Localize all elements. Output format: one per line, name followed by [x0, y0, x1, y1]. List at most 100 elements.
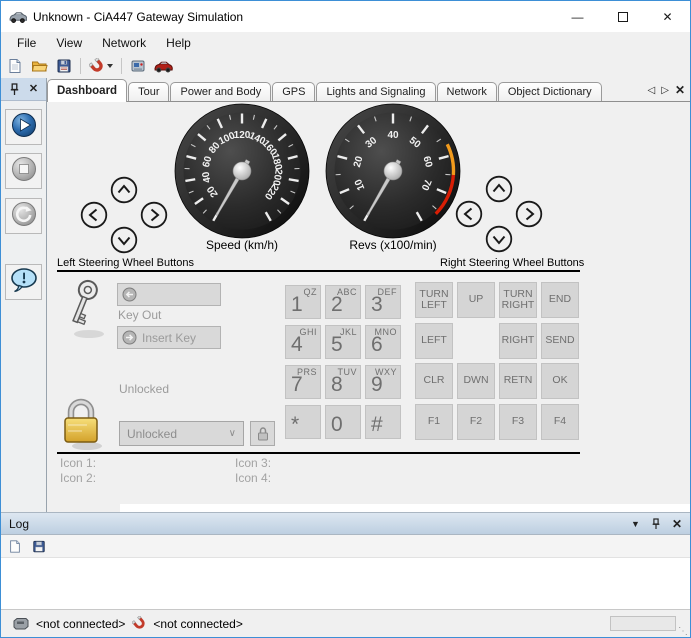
func-key-f2[interactable]: F2	[457, 404, 495, 440]
title-bar: Unknown - CiA447 Gateway Simulation — ✕	[1, 1, 690, 32]
start-simulation-button[interactable]	[5, 109, 42, 145]
func-key-turn-right[interactable]: TURN RIGHT	[499, 282, 537, 318]
separator-line	[57, 270, 580, 272]
floppy-icon	[33, 540, 45, 552]
tab-scroll-right-icon[interactable]: ▷	[661, 85, 669, 96]
right-wheel-left-button[interactable]	[455, 200, 483, 228]
tab-dashboard[interactable]: Dashboard	[47, 79, 128, 102]
tab-close-icon[interactable]: ✕	[675, 84, 685, 96]
func-key-f4[interactable]: F4	[541, 404, 579, 440]
reset-simulation-button[interactable]	[5, 198, 42, 234]
maximize-button[interactable]	[600, 1, 645, 32]
resize-grip[interactable]: ⋱	[678, 626, 688, 637]
func-key-send[interactable]: SEND	[541, 323, 579, 359]
save-file-button[interactable]	[53, 56, 75, 76]
func-key-end[interactable]: END	[541, 282, 579, 318]
tab-object-dictionary[interactable]: Object Dictionary	[497, 82, 602, 101]
log-title: Log	[9, 516, 30, 531]
log-close-icon[interactable]: ✕	[672, 517, 682, 531]
left-wheel-right-button[interactable]	[140, 201, 168, 229]
keypad-key-9[interactable]: 9 WXY	[365, 365, 401, 399]
func-key-retn[interactable]: RETN	[499, 363, 537, 399]
keypad-key-4[interactable]: 4 GHI	[285, 325, 321, 359]
tab-tour[interactable]: Tour	[128, 82, 170, 101]
tab-lights-and-signaling[interactable]: Lights and Signaling	[316, 82, 436, 101]
keypad-key-0[interactable]: 0	[325, 405, 361, 439]
keypad-key-hash-digit: #	[371, 412, 383, 436]
connection-status: <not connected>	[132, 616, 243, 631]
insert-key-button[interactable]: Insert Key	[117, 326, 221, 349]
func-key-f1[interactable]: F1	[415, 404, 453, 440]
log-save-button[interactable]	[29, 536, 49, 556]
tab-gps[interactable]: GPS	[272, 82, 316, 101]
connect-button[interactable]	[86, 56, 116, 76]
keypad-key-6[interactable]: 6 MNO	[365, 325, 401, 359]
gateway-button[interactable]	[127, 56, 149, 76]
left-wheel-up-button[interactable]	[110, 176, 138, 204]
func-key-up[interactable]: UP	[457, 282, 495, 318]
log-panel: Log ▼ ✕	[1, 512, 690, 609]
keypad-key-2[interactable]: 2 ABC	[325, 285, 361, 319]
log-title-bar: Log ▼ ✕	[1, 513, 690, 535]
func-key-left[interactable]: LEFT	[415, 323, 453, 359]
car-button[interactable]	[151, 56, 176, 76]
log-pin-icon[interactable]	[651, 517, 661, 530]
keypad-key-8-letters: TUV	[337, 367, 357, 377]
keypad-key-1[interactable]: 1 QZ	[285, 285, 321, 319]
tab-scroll-left-icon[interactable]: ◁	[648, 85, 656, 96]
keypad-key-3[interactable]: 3 DEF	[365, 285, 401, 319]
open-file-button[interactable]	[28, 56, 51, 76]
keypad-key-8[interactable]: 8 TUV	[325, 365, 361, 399]
stop-simulation-button[interactable]	[5, 153, 42, 189]
main-toolbar	[1, 54, 690, 78]
dock-header: ✕	[1, 78, 46, 101]
right-wheel-right-button[interactable]	[515, 200, 543, 228]
window-title: Unknown - CiA447 Gateway Simulation	[33, 9, 244, 24]
connect-dropdown-icon[interactable]	[107, 64, 113, 68]
menu-file[interactable]: File	[7, 33, 46, 53]
progress-bar	[610, 616, 676, 631]
pin-icon[interactable]	[9, 82, 20, 96]
menu-view[interactable]: View	[46, 33, 92, 53]
right-wheel-down-button[interactable]	[485, 225, 513, 253]
keypad-key-0-digit: 0	[331, 412, 343, 436]
dock-close-icon[interactable]: ✕	[29, 83, 38, 95]
log-menu-icon[interactable]: ▼	[631, 519, 640, 529]
gateway-status-text: <not connected>	[36, 616, 126, 631]
new-file-button[interactable]	[4, 56, 26, 76]
chevron-up-icon	[485, 175, 513, 203]
key-out-button[interactable]	[117, 283, 221, 306]
log-toolbar	[1, 535, 690, 558]
left-wheel-left-button[interactable]	[80, 201, 108, 229]
func-key-right[interactable]: RIGHT	[499, 323, 537, 359]
func-key-dwn[interactable]: DWN	[457, 363, 495, 399]
log-clear-button[interactable]	[5, 536, 25, 556]
right-wheel-up-button[interactable]	[485, 175, 513, 203]
lock-toggle-button[interactable]	[250, 421, 275, 446]
main-area: Dashboard Tour Power and Body GPS Lights and…	[47, 78, 690, 512]
document-icon	[9, 59, 21, 73]
keypad-key-7[interactable]: 7 PRS	[285, 365, 321, 399]
menu-network[interactable]: Network	[92, 33, 156, 53]
keypad-key-1-letters: QZ	[303, 287, 317, 297]
keypad-key-star[interactable]: *	[285, 405, 321, 439]
menu-help[interactable]: Help	[156, 33, 201, 53]
left-wheel-down-button[interactable]	[110, 226, 138, 254]
func-key-clr[interactable]: CLR	[415, 363, 453, 399]
func-key-ok[interactable]: OK	[541, 363, 579, 399]
insert-key-label: Insert Key	[142, 330, 197, 345]
message-button[interactable]	[5, 264, 42, 300]
func-key-turn-left[interactable]: TURN LEFT	[415, 282, 453, 318]
keypad-key-5[interactable]: 5 JKL	[325, 325, 361, 359]
lock-state-label: Unlocked	[119, 382, 170, 396]
padlock-icon	[64, 398, 102, 450]
func-key-f3[interactable]: F3	[499, 404, 537, 440]
keypad-key-hash[interactable]: #	[365, 405, 401, 439]
svg-text:40: 40	[387, 130, 399, 141]
close-button[interactable]: ✕	[645, 1, 690, 32]
log-content[interactable]	[1, 558, 690, 609]
tab-power-and-body[interactable]: Power and Body	[170, 82, 272, 101]
minimize-button[interactable]: —	[555, 1, 600, 32]
lock-state-select[interactable]: Unlocked ∨	[119, 421, 244, 446]
tab-network[interactable]: Network	[436, 82, 497, 101]
